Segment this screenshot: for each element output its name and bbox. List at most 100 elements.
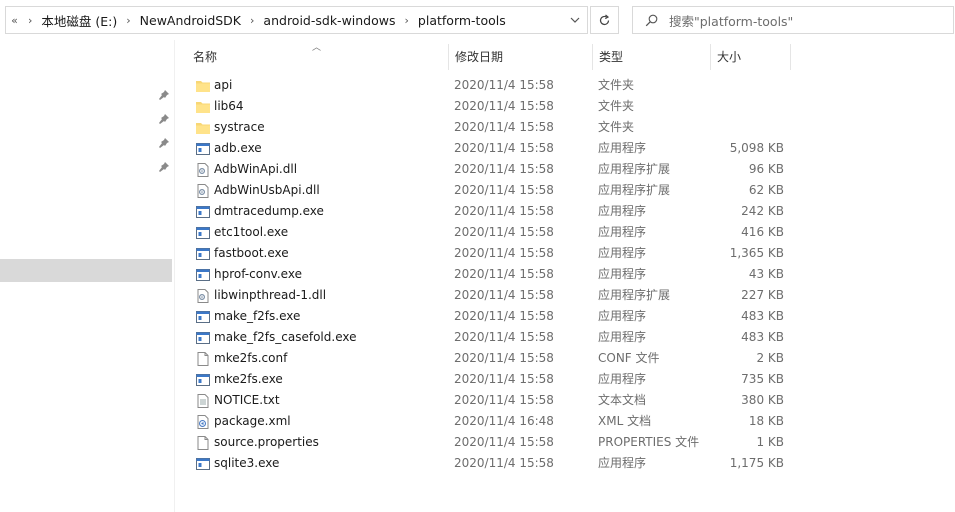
column-divider[interactable] bbox=[790, 44, 791, 70]
breadcrumb-drive[interactable]: 本地磁盘 (E:) bbox=[37, 11, 121, 30]
file-row[interactable]: sqlite3.exe 2020/11/4 15:58 应用程序 1,175 KB bbox=[186, 453, 792, 474]
nav-item-selected[interactable] bbox=[0, 259, 172, 282]
chevron-right-icon[interactable]: › bbox=[121, 14, 135, 27]
file-size: 2 KB bbox=[756, 351, 784, 365]
search-placeholder: 搜索"platform-tools" bbox=[669, 13, 794, 29]
file-row[interactable]: etc1tool.exe 2020/11/4 15:58 应用程序 416 KB bbox=[186, 222, 792, 243]
search-icon bbox=[633, 14, 669, 27]
column-header-name[interactable]: 名称 bbox=[186, 44, 448, 70]
chevron-right-icon[interactable]: › bbox=[23, 14, 37, 27]
column-header-date[interactable]: 修改日期 bbox=[448, 44, 592, 70]
file-size: 1,365 KB bbox=[729, 246, 784, 260]
file-name: systrace bbox=[214, 120, 265, 134]
file-row[interactable]: source.properties 2020/11/4 15:58 PROPERTI… bbox=[186, 432, 792, 453]
file-date: 2020/11/4 15:58 bbox=[454, 141, 554, 155]
file-date: 2020/11/4 15:58 bbox=[454, 372, 554, 386]
file-row[interactable]: NOTICE.txt 2020/11/4 15:58 文本文档 380 KB bbox=[186, 390, 792, 411]
history-back-icon[interactable]: « bbox=[6, 14, 23, 27]
file-type: 文件夹 bbox=[598, 78, 635, 92]
dll-icon bbox=[195, 183, 211, 199]
file-type: 应用程序 bbox=[598, 456, 647, 470]
pin-icon[interactable] bbox=[158, 161, 170, 173]
file-type: 应用程序 bbox=[598, 330, 647, 344]
file-row[interactable]: fastboot.exe 2020/11/4 15:58 应用程序 1,365 KB bbox=[186, 243, 792, 264]
file-name: make_f2fs.exe bbox=[214, 309, 301, 323]
file-size: 62 KB bbox=[748, 183, 784, 197]
file-name: NOTICE.txt bbox=[214, 393, 280, 407]
file-size: 380 KB bbox=[741, 393, 784, 407]
pin-icon[interactable] bbox=[158, 89, 170, 101]
file-size: 1,175 KB bbox=[729, 456, 784, 470]
file-name: hprof-conv.exe bbox=[214, 267, 302, 281]
file-date: 2020/11/4 15:58 bbox=[454, 393, 554, 407]
file-size: 1 KB bbox=[756, 435, 784, 449]
file-type: XML 文档 bbox=[598, 414, 652, 428]
chevron-right-icon[interactable]: › bbox=[400, 14, 414, 27]
file-name: mke2fs.exe bbox=[214, 372, 283, 386]
file-name: fastboot.exe bbox=[214, 246, 289, 260]
refresh-icon bbox=[599, 14, 610, 25]
file-row[interactable]: AdbWinUsbApi.dll 2020/11/4 15:58 应用程序扩展 62 … bbox=[186, 180, 792, 201]
breadcrumb-newandroidsdk[interactable]: NewAndroidSDK bbox=[136, 13, 245, 28]
file-size: 483 KB bbox=[741, 309, 784, 323]
folder-icon bbox=[195, 99, 211, 115]
chevron-right-icon[interactable]: › bbox=[245, 14, 259, 27]
file-row[interactable]: adb.exe 2020/11/4 15:58 应用程序 5,098 KB bbox=[186, 138, 792, 159]
file-type: 应用程序 bbox=[598, 246, 647, 260]
file-date: 2020/11/4 15:58 bbox=[454, 435, 554, 449]
file-row[interactable]: hprof-conv.exe 2020/11/4 15:58 应用程序 43 KB bbox=[186, 264, 792, 285]
file-date: 2020/11/4 15:58 bbox=[454, 246, 554, 260]
exe-icon bbox=[195, 246, 211, 262]
column-header-row: ︿ 名称 修改日期 类型 大小 bbox=[186, 43, 792, 70]
exe-icon bbox=[195, 225, 211, 241]
exe-icon bbox=[195, 372, 211, 388]
toolbar: « › 本地磁盘 (E:) › NewAndroidSDK › android-… bbox=[0, 0, 955, 40]
file-name: make_f2fs_casefold.exe bbox=[214, 330, 357, 344]
file-type: 文件夹 bbox=[598, 120, 635, 134]
file-type: 应用程序 bbox=[598, 141, 647, 155]
file-size: 18 KB bbox=[748, 414, 784, 428]
file-size: 227 KB bbox=[741, 288, 784, 302]
file-row[interactable]: mke2fs.exe 2020/11/4 15:58 应用程序 735 KB bbox=[186, 369, 792, 390]
file-row[interactable]: package.xml 2020/11/4 16:48 XML 文档 18 KB bbox=[186, 411, 792, 432]
file-type: 应用程序扩展 bbox=[598, 183, 671, 197]
file-row[interactable]: AdbWinApi.dll 2020/11/4 15:58 应用程序扩展 96 KB bbox=[186, 159, 792, 180]
file-type: 应用程序 bbox=[598, 309, 647, 323]
file-row[interactable]: libwinpthread-1.dll 2020/11/4 15:58 应用程序扩展… bbox=[186, 285, 792, 306]
file-date: 2020/11/4 15:58 bbox=[454, 204, 554, 218]
breadcrumb-android-sdk-windows[interactable]: android-sdk-windows bbox=[259, 13, 399, 28]
text-file-icon bbox=[195, 393, 211, 409]
file-type: 应用程序 bbox=[598, 372, 647, 386]
file-type: 应用程序扩展 bbox=[598, 162, 671, 176]
column-header-size[interactable]: 大小 bbox=[710, 44, 790, 70]
file-row[interactable]: systrace 2020/11/4 15:58 文件夹 bbox=[186, 117, 792, 138]
file-row[interactable]: mke2fs.conf 2020/11/4 15:58 CONF 文件 2 KB bbox=[186, 348, 792, 369]
file-type: 文件夹 bbox=[598, 99, 635, 113]
file-type: 应用程序 bbox=[598, 225, 647, 239]
file-row[interactable]: api 2020/11/4 15:58 文件夹 bbox=[186, 75, 792, 96]
pin-icon[interactable] bbox=[158, 137, 170, 149]
pin-icon[interactable] bbox=[158, 113, 170, 125]
breadcrumb-platform-tools[interactable]: platform-tools bbox=[414, 13, 510, 28]
chevron-down-icon[interactable] bbox=[563, 7, 587, 33]
search-input[interactable]: 搜索"platform-tools" bbox=[632, 6, 954, 34]
file-type: 应用程序扩展 bbox=[598, 288, 671, 302]
file-name: sqlite3.exe bbox=[214, 456, 280, 470]
file-date: 2020/11/4 15:58 bbox=[454, 183, 554, 197]
file-type: CONF 文件 bbox=[598, 351, 660, 365]
file-name: etc1tool.exe bbox=[214, 225, 289, 239]
exe-icon bbox=[195, 141, 211, 157]
file-date: 2020/11/4 15:58 bbox=[454, 351, 554, 365]
folder-icon bbox=[195, 78, 211, 94]
file-row[interactable]: make_f2fs_casefold.exe 2020/11/4 15:58 应用程… bbox=[186, 327, 792, 348]
file-row[interactable]: dmtracedump.exe 2020/11/4 15:58 应用程序 242 KB bbox=[186, 201, 792, 222]
address-bar[interactable]: « › 本地磁盘 (E:) › NewAndroidSDK › android-… bbox=[5, 6, 588, 34]
file-row[interactable]: make_f2fs.exe 2020/11/4 15:58 应用程序 483 KB bbox=[186, 306, 792, 327]
dll-icon bbox=[195, 162, 211, 178]
file-date: 2020/11/4 15:58 bbox=[454, 99, 554, 113]
column-header-type[interactable]: 类型 bbox=[592, 44, 710, 70]
exe-icon bbox=[195, 204, 211, 220]
file-row[interactable]: lib64 2020/11/4 15:58 文件夹 bbox=[186, 96, 792, 117]
refresh-button[interactable] bbox=[590, 6, 619, 34]
file-name: dmtracedump.exe bbox=[214, 204, 324, 218]
